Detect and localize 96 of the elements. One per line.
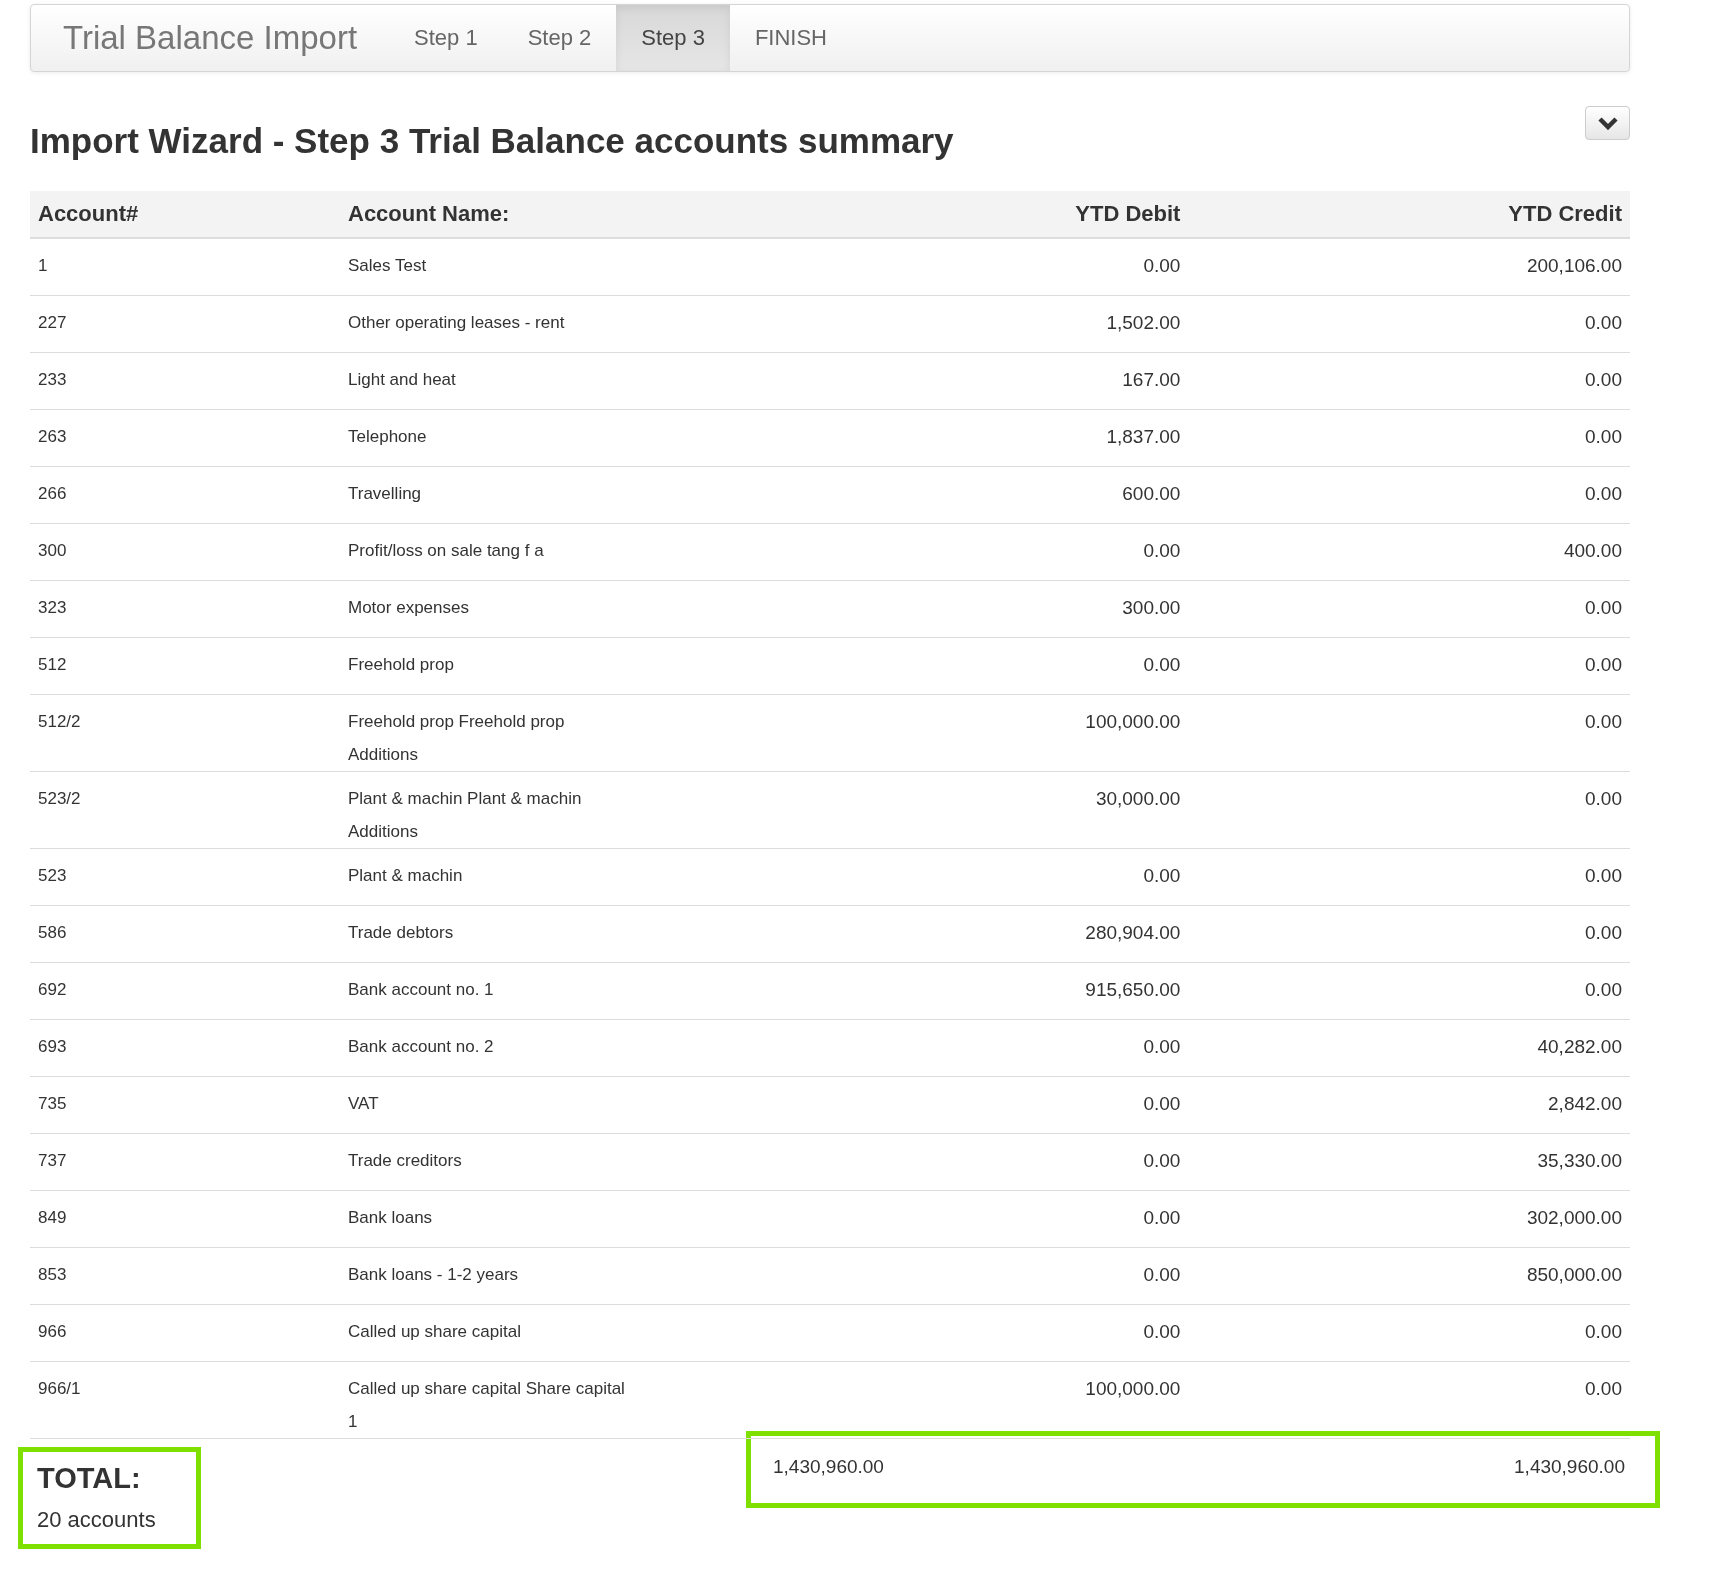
- wizard-tab[interactable]: Step 3: [616, 5, 730, 71]
- debit-cell: 915,650.00: [776, 962, 1189, 1020]
- account-number-cell: 266: [30, 466, 340, 524]
- account-name-cell: Plant & machin Plant & machin Additions: [340, 771, 776, 849]
- column-header: Account Name:: [340, 191, 776, 238]
- credit-cell: 400.00: [1188, 523, 1630, 581]
- credit-cell: 0.00: [1188, 295, 1630, 353]
- credit-cell: 0.00: [1188, 1304, 1630, 1362]
- account-number-cell: 586: [30, 905, 340, 963]
- account-number-cell: 323: [30, 580, 340, 638]
- account-number-cell: 523: [30, 848, 340, 906]
- total-credit: 1,430,960.00: [1514, 1455, 1625, 1479]
- debit-cell: 0.00: [776, 1304, 1189, 1362]
- account-number-cell: 263: [30, 409, 340, 467]
- credit-cell: 0.00: [1188, 580, 1630, 638]
- account-number-cell: 853: [30, 1247, 340, 1305]
- account-name-cell: Bank loans: [340, 1190, 776, 1248]
- account-name-cell: Plant & machin: [340, 848, 776, 906]
- debit-cell: 30,000.00: [776, 771, 1189, 849]
- wizard-tab[interactable]: Step 1: [389, 5, 503, 71]
- account-count: 20 accounts: [37, 1506, 156, 1534]
- debit-cell: 0.00: [776, 1019, 1189, 1077]
- account-name-cell: Telephone: [340, 409, 776, 467]
- account-name-cell: Bank account no. 1: [340, 962, 776, 1020]
- account-number-cell: 735: [30, 1076, 340, 1134]
- wizard-tab[interactable]: Step 2: [502, 5, 617, 71]
- account-number-cell: 966: [30, 1304, 340, 1362]
- credit-cell: 200,106.00: [1188, 238, 1630, 296]
- total-debit: 1,430,960.00: [773, 1455, 884, 1479]
- account-name-cell: Light and heat: [340, 352, 776, 410]
- account-name-cell: Travelling: [340, 466, 776, 524]
- account-name-cell: Trade debtors: [340, 905, 776, 963]
- debit-cell: 0.00: [776, 1133, 1189, 1191]
- debit-cell: 0.00: [776, 1190, 1189, 1248]
- account-number-cell: 966/1: [30, 1361, 340, 1439]
- column-header: Account#: [30, 191, 340, 238]
- debit-cell: 167.00: [776, 352, 1189, 410]
- debit-cell: 0.00: [776, 523, 1189, 581]
- credit-cell: 2,842.00: [1188, 1076, 1630, 1134]
- credit-cell: 0.00: [1188, 409, 1630, 467]
- credit-cell: 302,000.00: [1188, 1190, 1630, 1248]
- wizard-tab[interactable]: FINISH: [729, 5, 852, 71]
- credit-cell: 0.00: [1188, 848, 1630, 906]
- credit-cell: 0.00: [1188, 466, 1630, 524]
- account-number-cell: 692: [30, 962, 340, 1020]
- account-name-cell: Freehold prop Freehold prop Additions: [340, 694, 776, 772]
- debit-cell: 100,000.00: [776, 1361, 1189, 1439]
- account-name-cell: Motor expenses: [340, 580, 776, 638]
- account-name-cell: Called up share capital: [340, 1304, 776, 1362]
- page-heading: Import Wizard - Step 3 Trial Balance accounts summary: [30, 121, 954, 161]
- debit-cell: 1,837.00: [776, 409, 1189, 467]
- account-number-cell: 233: [30, 352, 340, 410]
- account-number-cell: 512: [30, 637, 340, 695]
- collapse-button[interactable]: [1585, 106, 1630, 140]
- column-header: YTD Credit: [1188, 191, 1630, 238]
- account-number-cell: 300: [30, 523, 340, 581]
- account-name-cell: Trade creditors: [340, 1133, 776, 1191]
- account-number-cell: 849: [30, 1190, 340, 1248]
- account-name-cell: Freehold prop: [340, 637, 776, 695]
- account-name-cell: VAT: [340, 1076, 776, 1134]
- credit-cell: 0.00: [1188, 694, 1630, 772]
- chevron-down-icon: [1597, 116, 1618, 130]
- account-number-cell: 227: [30, 295, 340, 353]
- credit-cell: 0.00: [1188, 905, 1630, 963]
- account-number-cell: 512/2: [30, 694, 340, 772]
- account-name-cell: Profit/loss on sale tang f a: [340, 523, 776, 581]
- account-number-cell: 737: [30, 1133, 340, 1191]
- debit-cell: 0.00: [776, 1247, 1189, 1305]
- account-number-cell: 693: [30, 1019, 340, 1077]
- debit-cell: 1,502.00: [776, 295, 1189, 353]
- credit-cell: 0.00: [1188, 962, 1630, 1020]
- account-name-cell: Other operating leases - rent: [340, 295, 776, 353]
- total-label: TOTAL:: [37, 1461, 142, 1496]
- debit-cell: 300.00: [776, 580, 1189, 638]
- debit-cell: 600.00: [776, 466, 1189, 524]
- account-name-cell: Called up share capital Share capital 1: [340, 1361, 776, 1439]
- credit-cell: 0.00: [1188, 1361, 1630, 1439]
- credit-cell: 35,330.00: [1188, 1133, 1630, 1191]
- debit-cell: 0.00: [776, 848, 1189, 906]
- debit-cell: 100,000.00: [776, 694, 1189, 772]
- debit-cell: 0.00: [776, 238, 1189, 296]
- app-title[interactable]: Trial Balance Import: [31, 5, 390, 71]
- account-name-cell: Sales Test: [340, 238, 776, 296]
- credit-cell: 0.00: [1188, 771, 1630, 849]
- debit-cell: 280,904.00: [776, 905, 1189, 963]
- debit-cell: 0.00: [776, 1076, 1189, 1134]
- credit-cell: 0.00: [1188, 352, 1630, 410]
- account-name-cell: Bank account no. 2: [340, 1019, 776, 1077]
- credit-cell: 850,000.00: [1188, 1247, 1630, 1305]
- credit-cell: 0.00: [1188, 637, 1630, 695]
- account-number-cell: 523/2: [30, 771, 340, 849]
- account-number-cell: 1: [30, 238, 340, 296]
- credit-cell: 40,282.00: [1188, 1019, 1630, 1077]
- account-name-cell: Bank loans - 1-2 years: [340, 1247, 776, 1305]
- debit-cell: 0.00: [776, 637, 1189, 695]
- column-header: YTD Debit: [776, 191, 1189, 238]
